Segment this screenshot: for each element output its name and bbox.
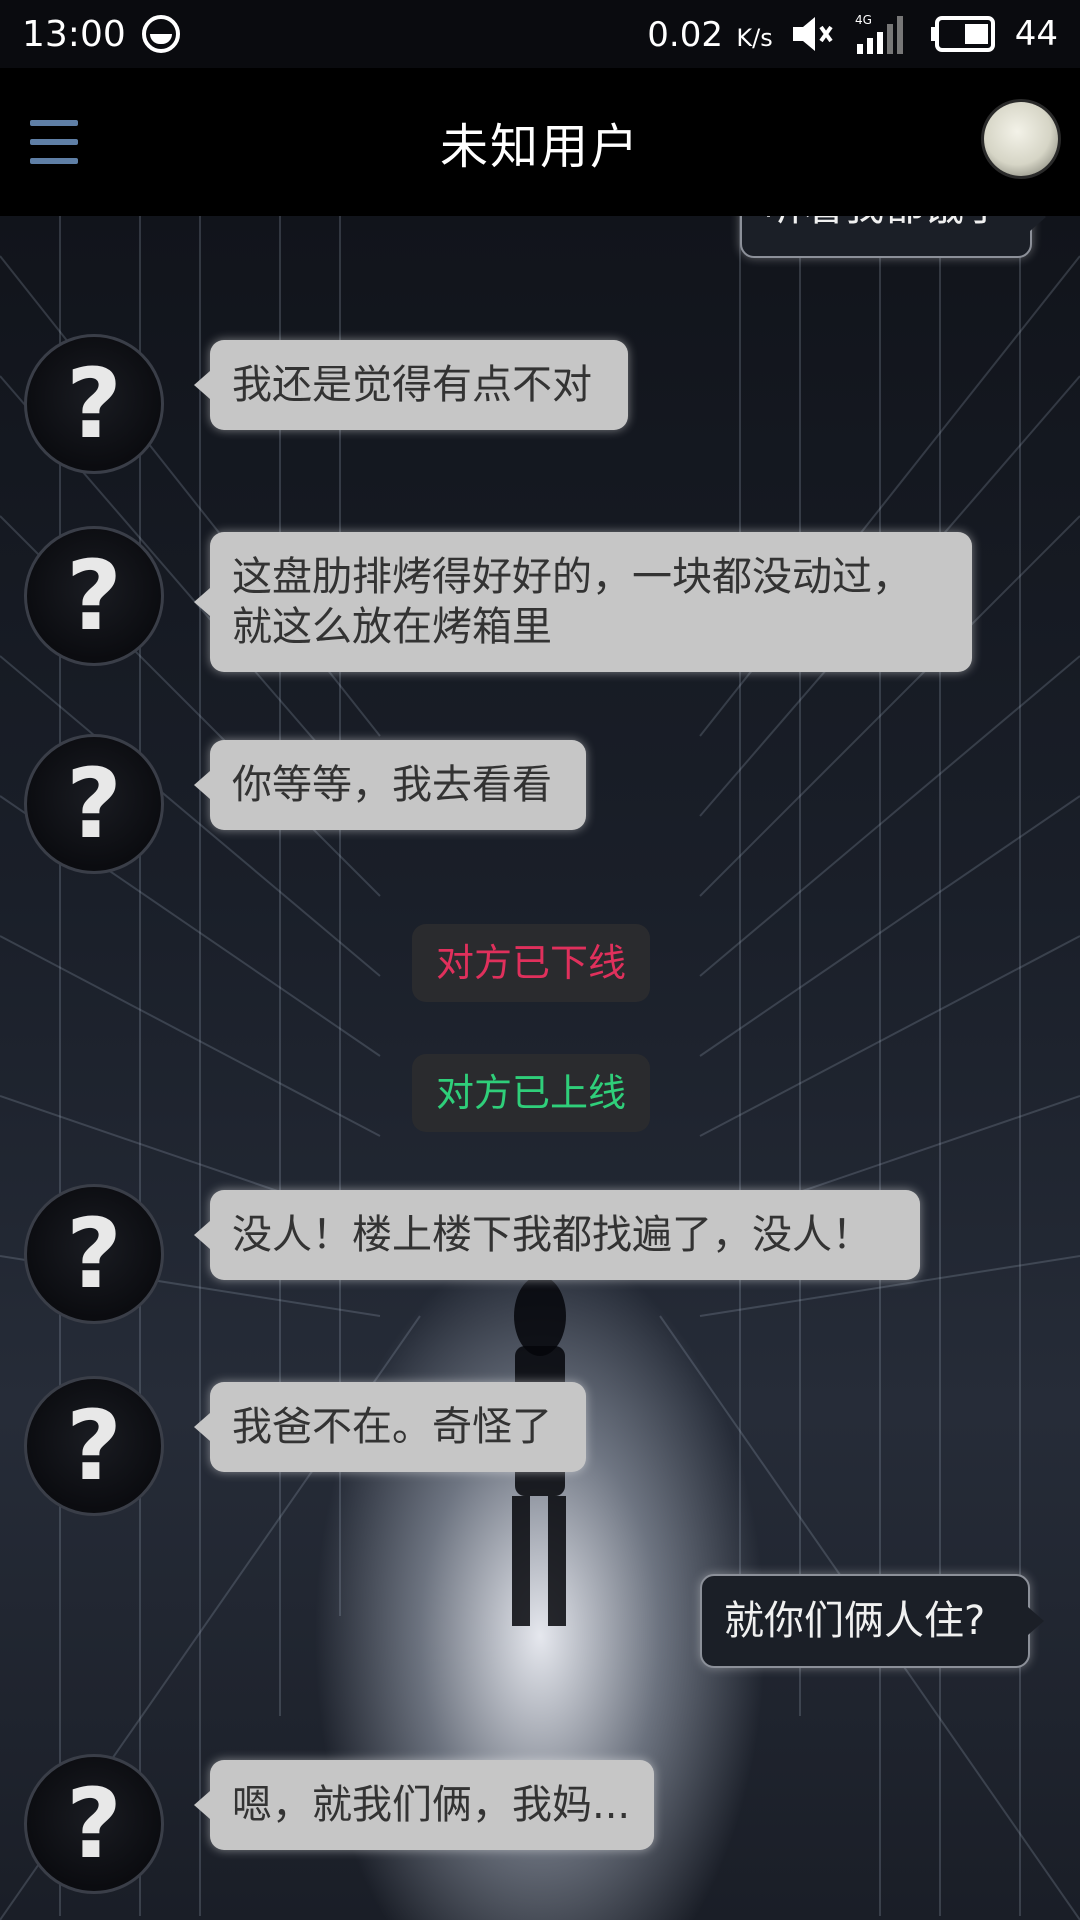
signal-icon: 4G [853, 12, 913, 56]
message-text: 嗯，就我们俩，我妈... [232, 1782, 631, 1828]
message-bubble-incoming[interactable]: 这盘肋排烤得好好的，一块都没动过， 就这么放在烤箱里 [194, 532, 972, 672]
net-speed-value: 0.02 [647, 14, 723, 55]
system-status-online: 对方已上线 [412, 1054, 651, 1132]
message-text-line2: 就这么放在烤箱里 [232, 604, 552, 650]
mute-icon [791, 14, 835, 54]
hamburger-menu-icon[interactable] [30, 120, 78, 164]
chat-area[interactable]: 听着我都饿了 ? 我还是觉得有点不对 ? 这盘肋排烤得好好的，一块都没动过， 就… [0, 216, 1080, 1920]
profile-avatar[interactable] [984, 102, 1058, 176]
message-bubble-incoming[interactable]: 你等等，我去看看 [194, 740, 586, 830]
page-title: 未知用户 [439, 119, 640, 175]
unknown-user-avatar[interactable]: ? [24, 1754, 164, 1894]
status-bar: 13:00 0.02 K/s 4G 44 [0, 0, 1080, 68]
system-status-offline: 对方已下线 [412, 924, 651, 1002]
status-right: 0.02 K/s 4G 44 [647, 12, 1058, 56]
battery-icon [930, 16, 997, 52]
unknown-user-avatar[interactable]: ? [24, 734, 164, 874]
net-speed: 0.02 K/s [647, 14, 772, 55]
message-bubble-outgoing[interactable]: 就你们俩人住? [700, 1574, 1044, 1668]
battery-level: 44 [1014, 14, 1058, 54]
chat-header: 未知用户 [0, 68, 1080, 216]
notification-smiley-icon [141, 15, 180, 53]
message-text: 我还是觉得有点不对 [232, 362, 592, 408]
network-type-label: 4G [855, 13, 872, 27]
message-text: 听着我都饿了 [764, 216, 1004, 230]
unknown-user-avatar[interactable]: ? [24, 1376, 164, 1516]
unknown-user-avatar[interactable]: ? [24, 526, 164, 666]
message-bubble-incoming[interactable]: 没人！楼上楼下我都找遍了，没人！ [194, 1190, 920, 1280]
message-text: 没人！楼上楼下我都找遍了，没人！ [232, 1212, 872, 1258]
status-time: 13:00 [22, 13, 126, 55]
message-bubble-incoming[interactable]: 我还是觉得有点不对 [194, 340, 628, 430]
message-bubble-incoming[interactable]: 嗯，就我们俩，我妈... [194, 1760, 654, 1850]
message-text: 你等等，我去看看 [232, 762, 552, 808]
message-bubble-incoming[interactable]: 我爸不在。奇怪了 [194, 1382, 586, 1472]
message-text: 就你们俩人住? [724, 1598, 986, 1644]
chat-screen: 13:00 0.02 K/s 4G 44 未知用户 ? 我还是觉得有点不对 ? … [0, 0, 1080, 1920]
unknown-user-avatar[interactable]: ? [24, 334, 164, 474]
message-text-line1: 这盘肋排烤得好好的，一块都没动过， [232, 554, 912, 600]
net-speed-unit: K/s [736, 23, 773, 52]
message-text: 我爸不在。奇怪了 [232, 1404, 552, 1450]
message-bubble-outgoing[interactable]: 听着我都饿了 [740, 216, 1046, 258]
unknown-user-avatar[interactable]: ? [24, 1184, 164, 1324]
